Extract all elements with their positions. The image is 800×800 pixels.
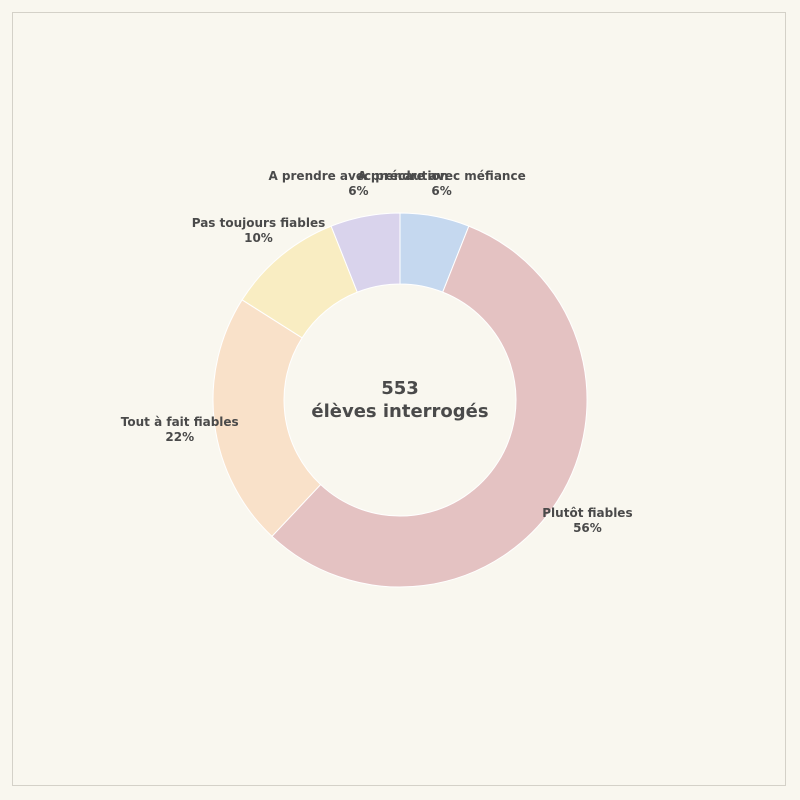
slice-label-4: A prendre avec précaution xyxy=(268,169,448,183)
donut-slices xyxy=(212,212,588,588)
slice-value-4: 6% xyxy=(348,184,368,198)
slice-label-3: Pas toujours fiables xyxy=(192,216,326,230)
slice-label-1: Plutôt fiables xyxy=(542,506,632,520)
slice-value-3: 10% xyxy=(244,231,273,245)
slice-label-2: Tout à fait fiables xyxy=(121,415,239,429)
slice-value-1: 56% xyxy=(573,521,602,535)
center-caption: élèves interrogés xyxy=(311,401,488,422)
center-count: 553 xyxy=(381,378,419,399)
slice-value-0: 6% xyxy=(431,184,451,198)
slice-value-2: 22% xyxy=(165,430,194,444)
donut-chart: A prendre avec méfiance6%Plutôt fiables5… xyxy=(121,169,633,588)
